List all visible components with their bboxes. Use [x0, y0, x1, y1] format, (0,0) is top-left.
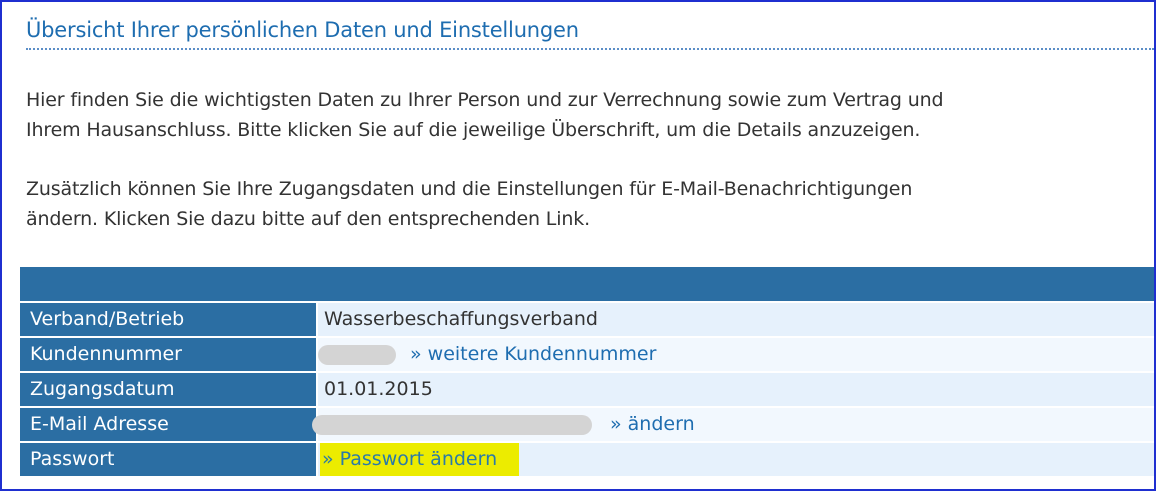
settings-line-1: Zusätzlich können Sie Ihre Zugangsdaten …	[26, 178, 913, 200]
redacted-customer-number	[318, 344, 396, 365]
change-email-link[interactable]: » ändern	[610, 413, 695, 435]
intro-line-2: Ihrem Hausanschluss. Bitte klicken Sie a…	[26, 119, 921, 141]
row-label-kundennummer: Kundennummer	[20, 338, 316, 371]
table-row: Verband/Betrieb Wasserbeschaffungsverban…	[20, 303, 1154, 336]
table-row: Passwort » Passwort ändern	[20, 443, 1154, 476]
row-label-email: E-Mail Adresse	[20, 408, 316, 441]
personal-data-table: Verband/Betrieb Wasserbeschaffungsverban…	[20, 267, 1154, 476]
row-value-email: » ändern	[312, 408, 1154, 441]
title-divider	[26, 48, 1154, 50]
row-label-passwort: Passwort	[20, 443, 316, 476]
settings-paragraph: Zusätzlich können Sie Ihre Zugangsdaten …	[26, 174, 912, 234]
change-password-link[interactable]: » Passwort ändern	[320, 443, 520, 476]
row-value-verband: Wasserbeschaffungsverband	[318, 303, 1154, 336]
row-label-verband: Verband/Betrieb	[20, 303, 316, 336]
redacted-email	[312, 414, 592, 435]
table-row: Zugangsdatum 01.01.2015	[20, 373, 1154, 406]
row-value-kundennummer: » weitere Kundennummer	[318, 338, 1154, 371]
personal-data-panel: Übersicht Ihrer persönlichen Daten und E…	[0, 0, 1156, 491]
row-value-passwort: » Passwort ändern	[318, 443, 1154, 476]
intro-line-1: Hier finden Sie die wichtigsten Daten zu…	[26, 89, 944, 111]
row-value-zugangsdatum: 01.01.2015	[318, 373, 1154, 406]
settings-line-2: ändern. Klicken Sie dazu bitte auf den e…	[26, 208, 591, 230]
table-header	[20, 267, 1154, 301]
more-customer-numbers-link[interactable]: » weitere Kundennummer	[410, 343, 656, 365]
intro-paragraph: Hier finden Sie die wichtigsten Daten zu…	[26, 85, 944, 145]
table-row: E-Mail Adresse » ändern	[20, 408, 1154, 441]
page-title: Übersicht Ihrer persönlichen Daten und E…	[26, 18, 579, 42]
table-row: Kundennummer » weitere Kundennummer	[20, 338, 1154, 371]
row-label-zugangsdatum: Zugangsdatum	[20, 373, 316, 406]
